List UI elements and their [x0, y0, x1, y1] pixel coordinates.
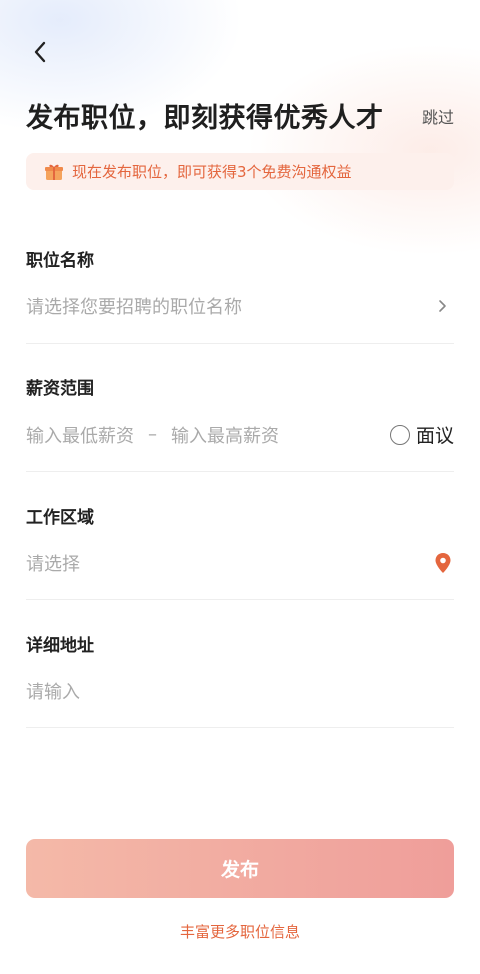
- area-select[interactable]: 请选择: [26, 550, 454, 576]
- salary-label: 薪资范围: [26, 379, 94, 399]
- address-field: 详细地址 请输入: [26, 631, 454, 704]
- salary-max-input[interactable]: 输入最高薪资: [171, 422, 279, 448]
- skip-button[interactable]: 跳过: [422, 104, 454, 128]
- page-title: 发布职位，即刻获得优秀人才: [26, 103, 384, 134]
- more-info-link[interactable]: 丰富更多职位信息: [0, 921, 480, 942]
- location-pin-icon[interactable]: [434, 552, 452, 574]
- position-label: 职位名称: [26, 251, 94, 271]
- position-select[interactable]: 请选择您要招聘的职位名称: [26, 293, 454, 319]
- area-field: 工作区域 请选择: [26, 503, 454, 576]
- promo-banner-text: 现在发布职位，即可获得3个免费沟通权益: [72, 163, 352, 181]
- position-field: 职位名称 请选择您要招聘的职位名称: [26, 246, 454, 319]
- divider: [26, 343, 454, 344]
- salary-field: 薪资范围 输入最低薪资 – 输入最高薪资 面议: [26, 374, 454, 448]
- chevron-right-icon: [439, 300, 446, 312]
- address-placeholder: 请输入: [26, 682, 80, 703]
- divider: [26, 471, 454, 472]
- negotiable-label: 面议: [415, 425, 454, 447]
- negotiable-option[interactable]: 面议: [389, 421, 454, 448]
- address-label: 详细地址: [26, 636, 94, 656]
- area-label: 工作区域: [26, 508, 94, 528]
- chevron-left-icon: [34, 41, 46, 63]
- negotiable-radio[interactable]: [389, 424, 410, 445]
- position-placeholder: 请选择您要招聘的职位名称: [26, 297, 242, 318]
- divider: [26, 599, 454, 600]
- area-placeholder: 请选择: [26, 554, 80, 575]
- promo-banner: 现在发布职位，即可获得3个免费沟通权益: [26, 153, 454, 190]
- salary-inputs: 输入最低薪资 – 输入最高薪资: [26, 422, 279, 448]
- salary-min-input[interactable]: 输入最低薪资: [26, 422, 134, 448]
- divider: [26, 727, 454, 728]
- back-button[interactable]: [26, 38, 54, 66]
- gift-icon: [45, 164, 63, 180]
- address-input[interactable]: 请输入: [26, 678, 454, 704]
- publish-button[interactable]: 发布: [26, 839, 454, 898]
- salary-separator: –: [148, 424, 157, 445]
